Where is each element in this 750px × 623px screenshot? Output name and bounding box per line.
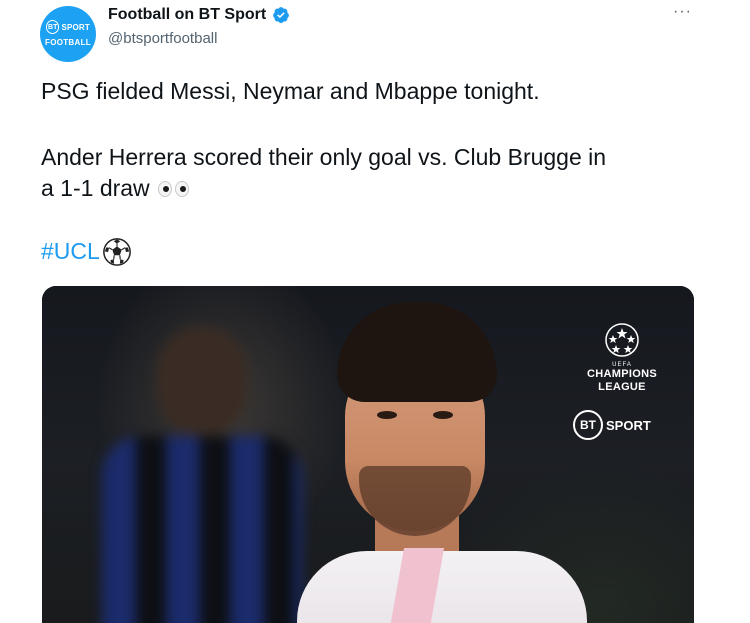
tweet-media-photo[interactable]: UEFA CHAMPIONS LEAGUE BT SPORT <box>42 286 694 623</box>
hashtag-row: #UCL <box>41 236 132 267</box>
bt-sport-watermark: BT SPORT <box>573 410 651 440</box>
blurred-player-figure <box>102 326 302 623</box>
player-hair <box>337 302 497 402</box>
tweet-card: BT SPORT FOOTBALL Football on BT Sport @… <box>0 0 750 623</box>
soccer-ball-icon <box>102 237 131 266</box>
player-eye-left <box>377 411 397 419</box>
player-eye-right <box>433 411 453 419</box>
author-handle[interactable]: @btsportfootball <box>108 30 217 47</box>
blurred-player-shirt <box>102 436 302 623</box>
bt-sport-logo: BT SPORT <box>46 20 90 34</box>
tweet-text-line-3-row: a 1-1 draw <box>41 173 189 204</box>
ucl-champions-word: CHAMPIONS <box>587 368 657 380</box>
eye-right <box>174 180 189 197</box>
tweet-text-line-1: PSG fielded Messi, Neymar and Mbappe ton… <box>41 78 540 104</box>
bt-mark: BT <box>573 410 603 440</box>
avatar-sport-word: SPORT <box>61 22 90 32</box>
author-display-name[interactable]: Football on BT Sport <box>108 6 266 24</box>
sport-word: SPORT <box>606 417 651 433</box>
eye-left <box>157 180 172 197</box>
tweet-text-line-2: Ander Herrera scored their only goal vs.… <box>41 144 607 170</box>
author-name-row[interactable]: Football on BT Sport <box>108 6 290 24</box>
eyes-emoji-icon <box>157 180 189 197</box>
tweet-text-line-3: a 1-1 draw <box>41 175 150 201</box>
avatar-football-word: FOOTBALL <box>45 38 91 47</box>
avatar-bt-mark: BT <box>46 20 60 34</box>
verified-badge-icon <box>273 7 290 24</box>
avatar[interactable]: BT SPORT FOOTBALL <box>40 6 96 62</box>
more-options-icon[interactable]: ··· <box>673 4 692 20</box>
blurred-player-head <box>157 326 247 436</box>
starball-icon <box>605 323 639 357</box>
champions-league-logo: UEFA CHAMPIONS LEAGUE <box>562 320 682 394</box>
hashtag-ucl-link[interactable]: #UCL <box>41 236 100 267</box>
player-shirt <box>297 551 587 623</box>
ucl-league-word: LEAGUE <box>598 381 646 393</box>
